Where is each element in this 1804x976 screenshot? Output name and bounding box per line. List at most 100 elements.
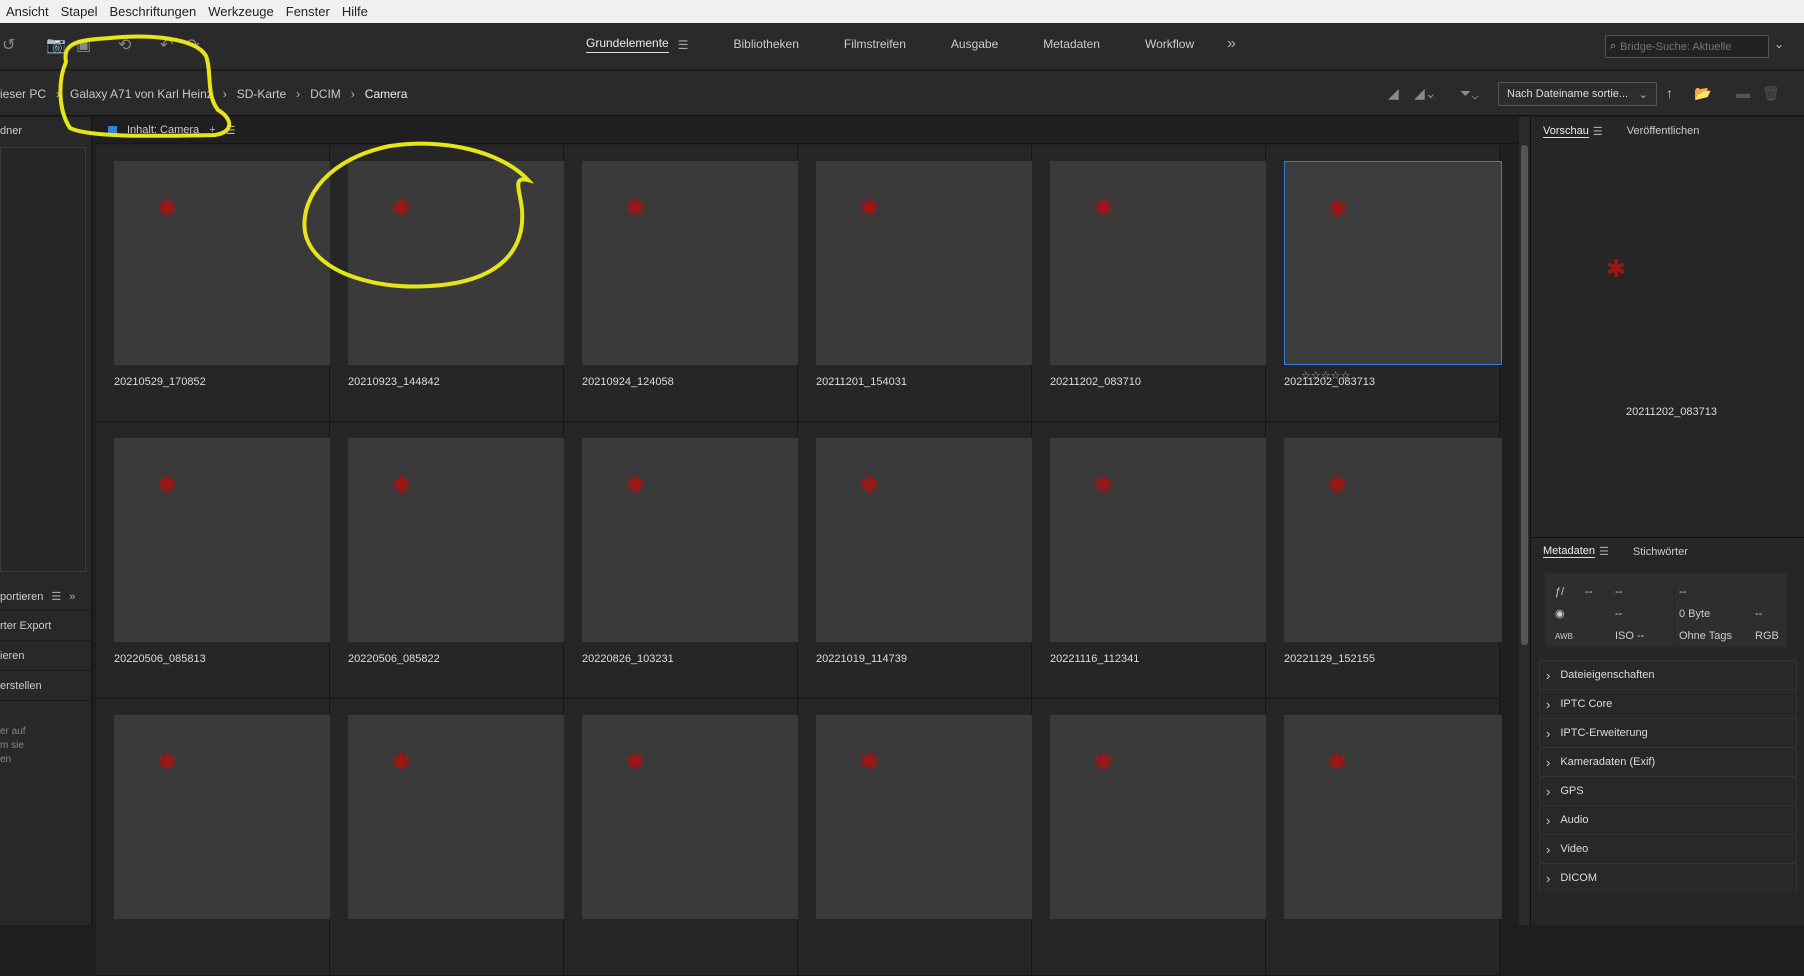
thumbnail-quality-icon[interactable]: ◢⌄ bbox=[1414, 85, 1437, 102]
search-box[interactable]: ⌕ bbox=[1605, 35, 1769, 58]
ws-metadaten[interactable]: Metadaten bbox=[1043, 37, 1100, 53]
open-recent-folder-icon[interactable]: 📂 bbox=[1694, 85, 1711, 102]
path-bar: ieser PC › Galaxy A71 von Karl Heinz › SD-… bbox=[0, 71, 1804, 116]
crumb-pc[interactable]: ieser PC bbox=[0, 87, 56, 101]
expand-panel-icon[interactable]: » bbox=[69, 591, 75, 603]
thumbnail-cell[interactable]: ✱ 20221116_112341 bbox=[1032, 422, 1268, 699]
menu-werkzeuge[interactable]: Werkzeuge bbox=[202, 4, 280, 19]
ws-bibliotheken[interactable]: Bibliotheken bbox=[733, 37, 798, 53]
metadata-section[interactable]: › IPTC-Erweiterung bbox=[1539, 718, 1797, 747]
menu-stapel[interactable]: Stapel bbox=[55, 4, 104, 19]
thumbnail-cell[interactable]: ✱ bbox=[1266, 699, 1502, 976]
more-workspaces-icon[interactable]: » bbox=[1227, 35, 1236, 53]
metadata-section[interactable]: › IPTC Core bbox=[1539, 689, 1797, 718]
tab-vorschau[interactable]: Vorschau bbox=[1543, 125, 1589, 138]
search-input[interactable] bbox=[1620, 40, 1741, 53]
thumbnail-image[interactable]: ✱ bbox=[816, 161, 1034, 365]
crumb-dcim[interactable]: DCIM bbox=[300, 87, 351, 101]
menu-fenster[interactable]: Fenster bbox=[280, 4, 336, 19]
add-icon[interactable]: + bbox=[209, 124, 215, 136]
tab-metadaten[interactable]: Metadaten bbox=[1543, 545, 1595, 558]
panel-menu-icon[interactable]: ☰ bbox=[51, 590, 61, 603]
metadata-section[interactable]: › Kameradaten (Exif) bbox=[1539, 747, 1797, 776]
metadata-section[interactable]: › Audio bbox=[1539, 805, 1797, 834]
menu-hilfe[interactable]: Hilfe bbox=[336, 4, 374, 19]
thumbnail-image[interactable]: ✱ bbox=[582, 438, 800, 642]
metadata-section[interactable]: › Video bbox=[1539, 834, 1797, 863]
panel-menu-icon[interactable]: ☰ bbox=[1593, 125, 1603, 138]
thumbnail-image[interactable]: ✱ bbox=[1050, 438, 1268, 642]
export-item[interactable]: ieren bbox=[0, 641, 92, 671]
panel-menu-icon[interactable]: ☰ bbox=[1599, 545, 1609, 558]
metadata-section[interactable]: › Dateieigenschaften bbox=[1539, 660, 1797, 689]
export-tab[interactable]: portieren ☰ » bbox=[0, 583, 92, 611]
export-item[interactable]: rter Export bbox=[0, 611, 92, 641]
thumbnail-cell[interactable]: ✱ ☆☆☆☆☆ 20211202_083713 bbox=[1266, 145, 1502, 422]
camera-icon[interactable]: 📷 bbox=[46, 35, 66, 55]
thumbnail-image[interactable]: ✱ bbox=[1284, 715, 1502, 919]
content-title[interactable]: Inhalt: Camera bbox=[127, 124, 199, 136]
thumbnail-cell[interactable]: ✱ 20210923_144842 bbox=[330, 145, 566, 422]
crumb-device[interactable]: Galaxy A71 von Karl Heinz bbox=[60, 87, 223, 101]
thumbnail-image[interactable]: ✱ bbox=[114, 715, 332, 919]
folders-tab[interactable]: dner bbox=[0, 117, 91, 145]
ws-filmstreifen[interactable]: Filmstreifen bbox=[844, 37, 906, 53]
thumbnail-image[interactable]: ✱ bbox=[1284, 161, 1502, 365]
tab-stichwoerter[interactable]: Stichwörter bbox=[1633, 546, 1688, 558]
thumbnail-cell[interactable]: ✱ 20220506_085813 bbox=[96, 422, 332, 699]
thumbnail-image[interactable]: ✱ bbox=[1050, 161, 1268, 365]
thumbnail-image[interactable]: ✱ bbox=[348, 715, 566, 919]
sort-dropdown[interactable]: Nach Dateiname sortie... ⌄ bbox=[1498, 82, 1657, 106]
menu-beschriftungen[interactable]: Beschriftungen bbox=[104, 4, 203, 19]
thumbnail-image[interactable]: ✱ bbox=[348, 438, 566, 642]
tab-veroeffentlichen[interactable]: Veröffentlichen bbox=[1627, 125, 1700, 137]
export-item[interactable]: erstellen bbox=[0, 671, 92, 701]
thumbnail-filename: 20221129_152155 bbox=[1284, 653, 1375, 665]
panel-menu-icon[interactable]: ☰ bbox=[226, 124, 236, 137]
folders-tree[interactable] bbox=[0, 147, 86, 572]
metadata-section[interactable]: › GPS bbox=[1539, 776, 1797, 805]
thumbnail-image[interactable]: ✱ bbox=[816, 715, 1034, 919]
thumbnail-image[interactable]: ✱ bbox=[582, 715, 800, 919]
thumbnail-cell[interactable]: ✱ bbox=[798, 699, 1034, 976]
crumb-camera[interactable]: Camera bbox=[355, 87, 418, 101]
thumbnail-cell[interactable]: ✱ 20211202_083710 bbox=[1032, 145, 1268, 422]
ws-grundelemente[interactable]: Grundelemente bbox=[586, 36, 669, 53]
thumbnail-cell[interactable]: ✱ 20221129_152155 bbox=[1266, 422, 1502, 699]
thumbnail-image[interactable]: ✱ bbox=[348, 161, 566, 365]
thumbnail-cell[interactable]: ✱ 20220506_085822 bbox=[330, 422, 566, 699]
thumbnail-cell[interactable]: ✱ bbox=[564, 699, 800, 976]
thumbnail-image[interactable]: ✱ bbox=[1284, 438, 1502, 642]
thumbnail-cell[interactable]: ✱ 20210529_170852 bbox=[96, 145, 332, 422]
ws-ausgabe[interactable]: Ausgabe bbox=[951, 37, 998, 53]
thumbnail-cell[interactable]: ✱ bbox=[1032, 699, 1268, 976]
open-recent-icon[interactable]: ⟲ bbox=[118, 35, 131, 55]
boomerang-icon[interactable]: ↺ bbox=[2, 35, 15, 55]
thumbnail-cell[interactable]: ✱ 20220826_103231 bbox=[564, 422, 800, 699]
thumbnail-cell[interactable]: ✱ 20221019_114739 bbox=[798, 422, 1034, 699]
chevron-down-icon[interactable]: ⌄ bbox=[1774, 37, 1784, 51]
filter-icon[interactable]: ⏷⌄ bbox=[1460, 85, 1479, 102]
thumbnail-image[interactable]: ✱ bbox=[114, 161, 332, 365]
workspace-menu-icon[interactable]: ☰ bbox=[678, 38, 689, 52]
trash-icon[interactable]: 🗑 bbox=[1762, 85, 1780, 102]
sort-ascending-icon[interactable]: ↑ bbox=[1666, 85, 1673, 101]
thumbnail-image[interactable]: ✱ bbox=[582, 161, 800, 365]
rotate-left-icon[interactable]: ↶ bbox=[160, 35, 173, 55]
menu-ansicht[interactable]: Ansicht bbox=[0, 4, 55, 19]
ws-workflow[interactable]: Workflow bbox=[1145, 37, 1194, 53]
thumbnail-image[interactable]: ✱ bbox=[816, 438, 1034, 642]
thumbnail-cell[interactable]: ✱ 20210924_124058 bbox=[564, 145, 800, 422]
thumbnail-cell[interactable]: ✱ bbox=[96, 699, 332, 976]
refine-icon[interactable]: ▣ bbox=[76, 35, 91, 55]
thumbnail-image[interactable]: ✱ bbox=[114, 438, 332, 642]
quality-icon[interactable]: ◢ bbox=[1388, 85, 1399, 102]
thumbnail-cell[interactable]: ✱ bbox=[330, 699, 566, 976]
thumbnail-image[interactable]: ✱ bbox=[1050, 715, 1268, 919]
crumb-sdcard[interactable]: SD-Karte bbox=[227, 87, 296, 101]
metadata-section[interactable]: › DICOM bbox=[1539, 863, 1797, 892]
new-folder-icon[interactable]: ▬ bbox=[1736, 85, 1750, 101]
thumbnail-cell[interactable]: ✱ 20211201_154031 bbox=[798, 145, 1034, 422]
rotate-right-icon[interactable]: ↷ bbox=[186, 35, 199, 55]
scrollbar-thumb[interactable] bbox=[1521, 145, 1528, 645]
